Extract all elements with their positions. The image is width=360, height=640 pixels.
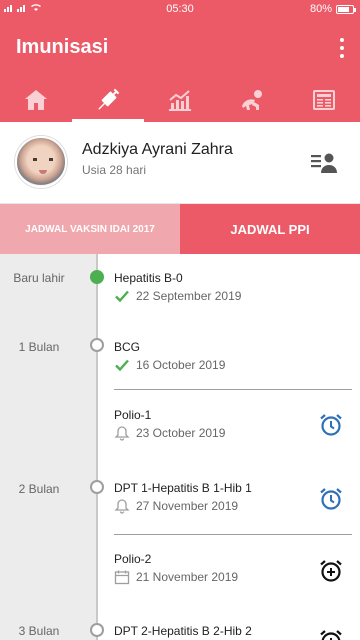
status-dot bbox=[90, 623, 104, 637]
vaccine-date: 16 October 2019 bbox=[114, 357, 225, 373]
bell-icon bbox=[114, 499, 130, 514]
battery-status: 80% bbox=[309, 3, 356, 15]
timeline-item[interactable]: 2 Bulan DPT 1-Hepatitis B 1-Hib 1 27 Nov… bbox=[0, 466, 360, 536]
schedule-tabs: JADWAL VAKSIN IDAI 2017 JADWAL PPI bbox=[0, 204, 360, 254]
age-label: 1 Bulan bbox=[18, 340, 60, 354]
tab-development[interactable] bbox=[216, 78, 288, 122]
tab-immunization[interactable] bbox=[72, 78, 144, 122]
alarm-clock-icon[interactable] bbox=[318, 412, 344, 438]
add-alarm-icon[interactable] bbox=[318, 558, 344, 584]
tab-growth[interactable] bbox=[144, 78, 216, 122]
avatar[interactable] bbox=[15, 136, 67, 188]
vaccine-date: 21 November 2019 bbox=[114, 569, 238, 585]
tab-jadwal-ppi[interactable]: JADWAL PPI bbox=[180, 204, 360, 254]
check-icon bbox=[115, 290, 129, 303]
child-profile-card[interactable]: Adzkiya Ayrani Zahra Usia 28 hari bbox=[0, 122, 360, 204]
divider bbox=[114, 389, 352, 390]
vaccine-timeline: Baru lahir Hepatitis B-0 22 September 20… bbox=[0, 254, 360, 640]
date-text: 21 November 2019 bbox=[136, 570, 239, 584]
child-age: Usia 28 hari bbox=[82, 163, 147, 177]
growth-chart-icon bbox=[169, 90, 191, 111]
app-bar: Imunisasi bbox=[0, 18, 360, 122]
child-name: Adzkiya Ayrani Zahra bbox=[82, 141, 233, 158]
status-dot bbox=[90, 338, 104, 352]
app-title: Imunisasi bbox=[16, 36, 109, 58]
status-bar: 05:30 80% bbox=[0, 0, 360, 18]
age-label: Baru lahir bbox=[13, 271, 65, 285]
timeline-item[interactable]: Polio-1 23 October 2019 bbox=[0, 394, 360, 466]
timeline-item[interactable]: Baru lahir Hepatitis B-0 22 September 20… bbox=[0, 254, 360, 324]
vaccine-name: BCG bbox=[114, 340, 141, 354]
overflow-menu-icon[interactable] bbox=[338, 38, 346, 58]
timeline-item[interactable]: 1 Bulan BCG 16 October 2019 bbox=[0, 324, 360, 394]
vaccine-date: 22 September 2019 bbox=[114, 288, 241, 304]
vaccine-name: Polio-1 bbox=[114, 408, 152, 422]
vaccine-date: 27 November 2019 bbox=[114, 498, 238, 514]
vaccine-name: DPT 1-Hepatitis B 1-Hib 1 bbox=[114, 481, 252, 495]
status-dot bbox=[90, 480, 104, 494]
vaccine-name: DPT 2-Hepatitis B 2-Hib 2 bbox=[114, 624, 252, 638]
tab-home[interactable] bbox=[0, 78, 72, 122]
date-text: 16 October 2019 bbox=[136, 358, 226, 372]
calendar-icon bbox=[114, 570, 130, 585]
vaccine-name: Polio-2 bbox=[114, 552, 152, 566]
crawling-baby-icon bbox=[242, 90, 262, 110]
timeline-item[interactable]: 3 Bulan DPT 2-Hepatitis B 2-Hib 2 bbox=[0, 606, 360, 640]
age-label: 2 Bulan bbox=[18, 482, 60, 496]
check-icon bbox=[115, 359, 129, 372]
vaccine-name: Hepatitis B-0 bbox=[114, 271, 183, 285]
battery-percent: 80% bbox=[309, 3, 332, 15]
tab-jadwal-idai[interactable]: JADWAL VAKSIN IDAI 2017 bbox=[0, 204, 180, 254]
newspaper-icon bbox=[313, 90, 335, 110]
alarm-clock-icon[interactable] bbox=[318, 486, 344, 512]
clock: 05:30 bbox=[166, 3, 194, 15]
syringe-icon bbox=[98, 88, 120, 110]
age-label: 3 Bulan bbox=[18, 624, 60, 638]
main-tabs bbox=[0, 78, 360, 122]
date-text: 23 October 2019 bbox=[136, 426, 226, 440]
date-text: 27 November 2019 bbox=[136, 499, 239, 513]
switch-child-icon[interactable] bbox=[310, 150, 338, 174]
home-icon bbox=[25, 90, 47, 110]
vaccine-date: 23 October 2019 bbox=[114, 425, 225, 441]
timeline-item[interactable]: Polio-2 21 November 2019 bbox=[0, 536, 360, 606]
status-dot-done bbox=[90, 270, 104, 284]
date-text: 22 September 2019 bbox=[136, 289, 242, 303]
battery-icon bbox=[336, 4, 356, 14]
bell-icon bbox=[114, 426, 130, 441]
tab-articles[interactable] bbox=[288, 78, 360, 122]
divider bbox=[114, 534, 352, 535]
add-alarm-icon[interactable] bbox=[318, 628, 344, 640]
